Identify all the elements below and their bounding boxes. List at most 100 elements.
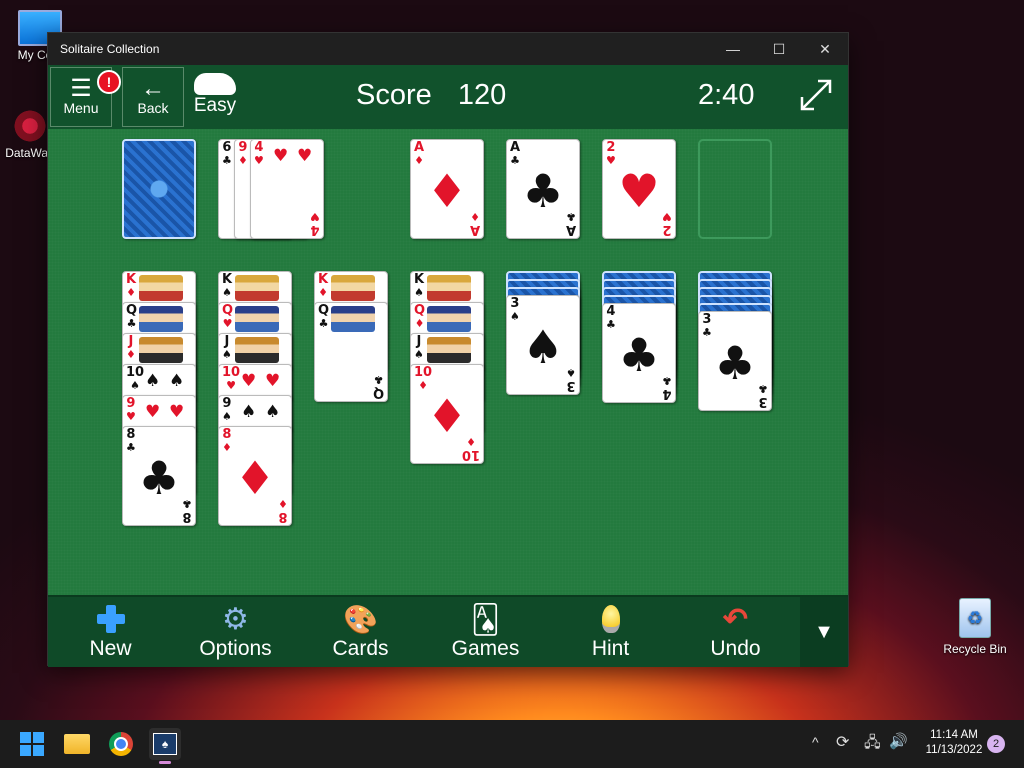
card-suit: ♠: [222, 348, 232, 361]
playing-card[interactable]: A ♦ ♦ A ♦: [410, 139, 484, 239]
card-rank: 3: [702, 312, 712, 327]
hamburger-icon: ☰: [70, 75, 92, 102]
fullscreen-icon[interactable]: [798, 77, 834, 113]
games-button[interactable]: 🂡 Games: [423, 597, 548, 667]
face-card-portrait: [139, 337, 183, 363]
card-pip: ♠: [145, 371, 161, 391]
card-rank: J: [128, 334, 134, 349]
volume-icon[interactable]: 🔊: [889, 732, 908, 750]
card-center-suit: ♦: [426, 389, 468, 443]
maximize-button[interactable]: ☐: [756, 33, 802, 65]
chrome-button[interactable]: [105, 728, 137, 760]
solitaire-taskbar-button[interactable]: ♠: [149, 728, 181, 764]
file-explorer-button[interactable]: [61, 728, 93, 760]
card-suit: ♥: [606, 154, 616, 167]
card-rank: K: [318, 272, 329, 287]
card-rank: Q: [126, 303, 138, 318]
card-rank: 8: [222, 427, 232, 442]
new-game-button[interactable]: New: [48, 597, 173, 667]
notification-badge[interactable]: 2: [987, 735, 1005, 753]
undo-arrow-icon: ↶: [722, 602, 749, 636]
card-pip: ♠: [169, 371, 185, 391]
card-suit: ♦: [126, 348, 136, 361]
card-pip: ♥: [297, 146, 313, 166]
foundation-empty-slot[interactable]: [698, 139, 772, 239]
card-rank: 10: [414, 365, 433, 380]
playing-card[interactable]: 4 ♣ ♣ 4 ♣: [602, 303, 676, 403]
back-button[interactable]: ← Back: [122, 67, 184, 127]
clock[interactable]: 11:14 AM 11/13/2022: [916, 728, 992, 758]
playing-card[interactable]: Q♣Q♣: [314, 302, 388, 402]
sync-icon: ⟳: [836, 734, 850, 751]
playing-card[interactable]: 8 ♦ ♦ 8 ♦: [218, 426, 292, 526]
card-pip: ♥: [169, 402, 185, 422]
card-suit: ♣: [702, 326, 712, 339]
solitaire-window: Solitaire Collection — ☐ ✕ ☰ Menu ! ← Ba…: [48, 33, 848, 667]
card-suit: ♣: [566, 210, 576, 223]
desktop-icon-recycle-bin[interactable]: ♻ Recycle Bin: [935, 598, 1015, 656]
start-button[interactable]: [16, 728, 48, 760]
card-rank: K: [414, 272, 425, 287]
game-timer: 2:40: [698, 79, 755, 111]
card-rank: 10: [222, 365, 241, 380]
card-corner: J♠: [222, 335, 232, 361]
card-suit: ♣: [510, 154, 520, 167]
card-suit: ♠: [222, 410, 232, 423]
undo-button[interactable]: ↶ Undo: [673, 597, 798, 667]
face-card-portrait: [331, 275, 375, 301]
toolbar-expand-button[interactable]: ▼: [800, 597, 848, 667]
card-rank: 6: [222, 140, 232, 155]
cards-button[interactable]: 🎨 Cards: [298, 597, 423, 667]
card-rank: J: [416, 334, 422, 349]
card-suit: ♦: [238, 154, 248, 167]
new-label: New: [89, 637, 132, 660]
solitaire-app-icon: ♠: [153, 733, 177, 755]
card-rank: 2: [606, 140, 616, 155]
card-rank: 2: [662, 222, 672, 237]
hint-button[interactable]: Hint: [548, 597, 673, 667]
playing-card[interactable]: 3 ♠ ♠ 3 ♠: [506, 295, 580, 395]
face-card-portrait: [331, 306, 375, 332]
card-corner: 4 ♥: [310, 210, 320, 237]
card-rank: 9: [238, 140, 248, 155]
card-suit: ♦: [414, 154, 424, 167]
card-corner: 6♣: [222, 141, 232, 167]
show-hidden-icons-button[interactable]: ^: [812, 734, 819, 750]
card-suit: ♣: [373, 373, 384, 386]
game-topbar: ☰ Menu ! ← Back Easy Score 120 2:40: [48, 65, 848, 129]
card-back[interactable]: [122, 139, 196, 239]
card-suit: ♦: [222, 441, 232, 454]
card-rank: Q: [372, 385, 384, 400]
card-corner: 8 ♣: [182, 497, 192, 524]
close-button[interactable]: ✕: [802, 33, 848, 65]
minimize-button[interactable]: —: [710, 33, 756, 65]
face-card-portrait: [427, 306, 471, 332]
playing-card[interactable]: 8 ♣ ♣ 8 ♣: [122, 426, 196, 526]
menu-label: Menu: [63, 100, 99, 116]
card-corner: 9♥: [126, 397, 136, 423]
card-suit: ♦: [470, 210, 480, 223]
network-icon[interactable]: 🖧: [864, 732, 881, 757]
card-rank: A: [469, 222, 480, 237]
options-button[interactable]: ⚙ Options: [173, 597, 298, 667]
card-corner: 2 ♥: [606, 141, 616, 167]
card-suit: ♣: [182, 497, 192, 510]
card-suit: ♠: [566, 366, 576, 379]
playing-card[interactable]: 2 ♥ ♥ 2 ♥: [602, 139, 676, 239]
playing-card[interactable]: A ♣ ♣ A ♣: [506, 139, 580, 239]
playing-card[interactable]: 4 ♥ ♥ ♥ 4 ♥: [250, 139, 324, 239]
gear-icon: ⚙: [222, 602, 249, 636]
card-corner: 4 ♣: [606, 305, 616, 331]
card-rank: 4: [662, 386, 672, 401]
card-suit: ♣: [222, 154, 232, 167]
card-suit: ♠: [414, 286, 424, 299]
card-corner: 8 ♦: [222, 428, 232, 454]
clock-date: 11/13/2022: [925, 744, 983, 756]
menu-button[interactable]: ☰ Menu !: [50, 67, 121, 127]
chevron-down-icon: ▼: [814, 620, 834, 643]
card-corner: 4 ♥: [254, 141, 264, 167]
playing-card[interactable]: 10 ♦ ♦ 10 ♦: [410, 364, 484, 464]
playing-card[interactable]: 3 ♣ ♣ 3 ♣: [698, 311, 772, 411]
card-corner: 9♦: [238, 141, 248, 167]
face-card-portrait: [235, 275, 279, 301]
